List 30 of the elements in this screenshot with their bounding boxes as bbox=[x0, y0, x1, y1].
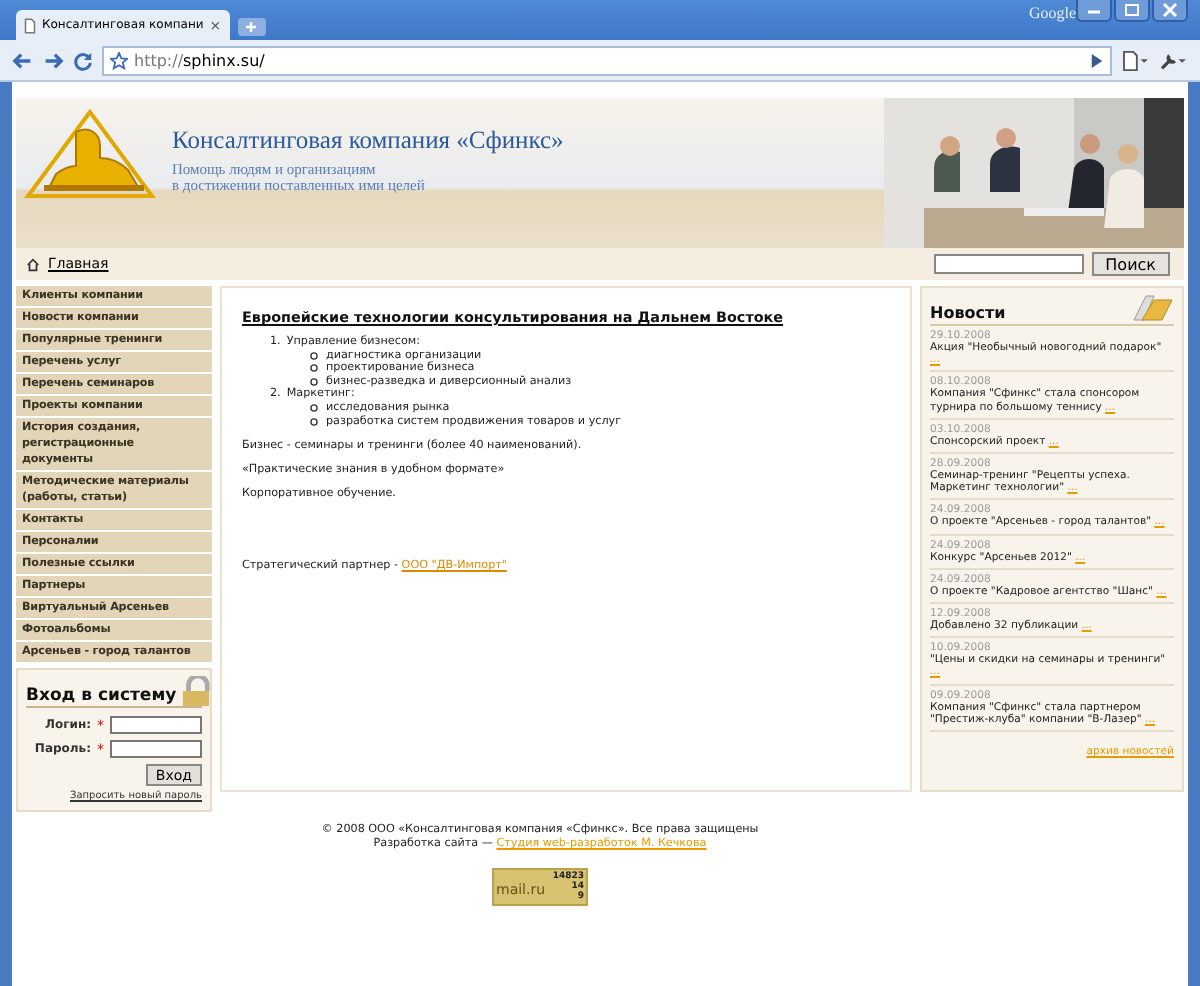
login-heading: Вход в систему bbox=[26, 686, 177, 706]
search-field[interactable] bbox=[933, 254, 1084, 274]
address-bar[interactable]: http://sphinx.su/ bbox=[102, 45, 1112, 75]
url-text: http://sphinx.su/ bbox=[134, 51, 265, 69]
sphinx-logo-drawing bbox=[24, 108, 156, 200]
close-icon[interactable] bbox=[1152, 0, 1188, 22]
site-title: Консалтинговая компания «Сфинкс» bbox=[172, 126, 566, 156]
back-icon[interactable] bbox=[12, 49, 34, 71]
input-field[interactable] bbox=[110, 716, 202, 734]
search-button[interactable]: Поиск bbox=[1091, 252, 1170, 276]
maximize-icon[interactable] bbox=[1114, 0, 1150, 22]
bullet-icon bbox=[310, 351, 318, 360]
reload-icon[interactable] bbox=[72, 49, 94, 71]
bullet-icon bbox=[310, 364, 318, 373]
play-icon[interactable] bbox=[1090, 53, 1104, 67]
bullet-icon bbox=[310, 417, 318, 426]
wrench-icon[interactable] bbox=[1158, 49, 1188, 71]
page-icon bbox=[24, 17, 36, 33]
home-icon bbox=[26, 257, 40, 271]
bullet-icon bbox=[310, 378, 318, 387]
forward-icon[interactable] bbox=[42, 49, 64, 71]
bullet-icon bbox=[310, 404, 318, 413]
google-brand: Google bbox=[1028, 4, 1076, 22]
page-menu-icon[interactable] bbox=[1120, 49, 1150, 71]
star-icon[interactable] bbox=[110, 51, 128, 69]
news-heading: Новости bbox=[930, 304, 1008, 322]
input-field[interactable] bbox=[110, 740, 202, 758]
new-tab-button[interactable] bbox=[237, 18, 266, 36]
plus-icon bbox=[246, 22, 257, 32]
minimize-icon[interactable] bbox=[1076, 0, 1112, 22]
